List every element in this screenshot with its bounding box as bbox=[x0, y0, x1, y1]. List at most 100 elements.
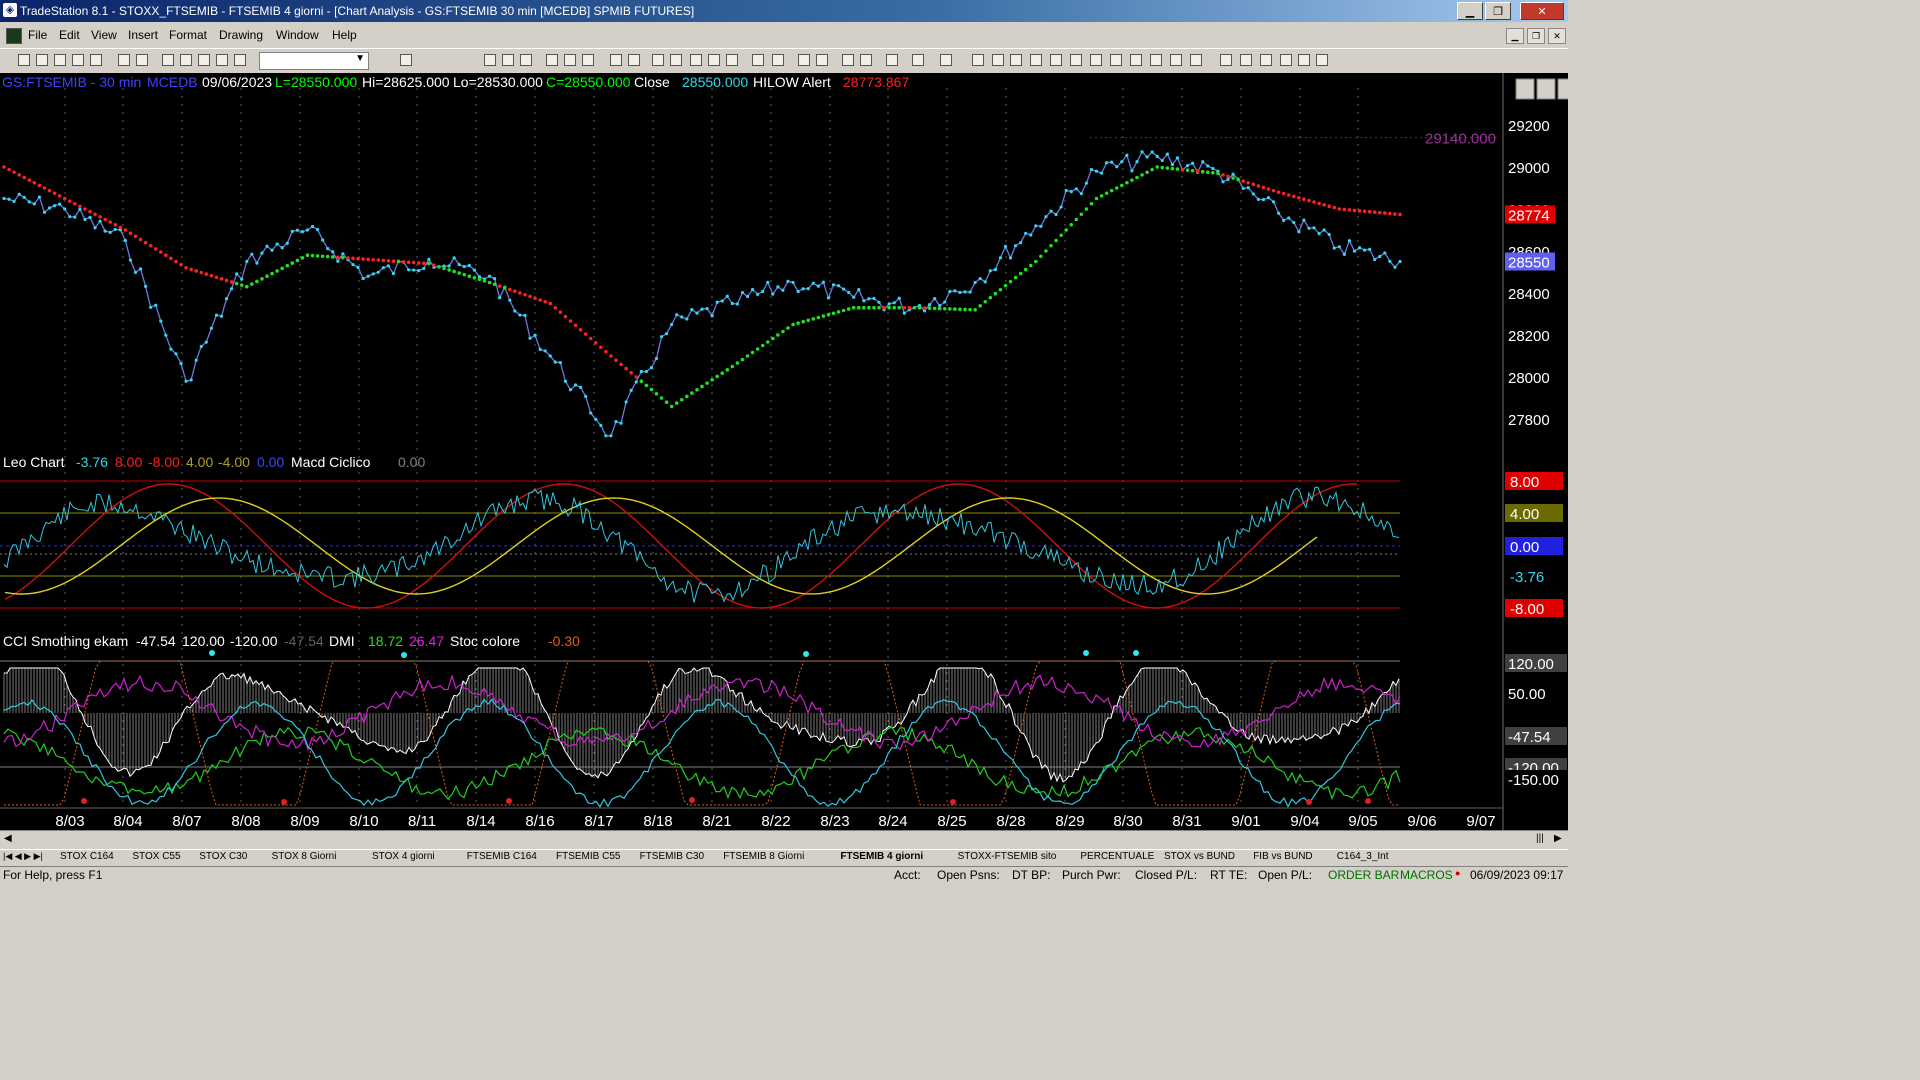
toolbar-tool-icon[interactable] bbox=[690, 54, 702, 66]
toolbar-tool-icon[interactable] bbox=[1170, 54, 1182, 66]
chart-svg[interactable]: 8/03 8/04 8/07 8/08 8/09 8/10 8/11 8/14 8/16 8/17… bbox=[0, 73, 1577, 830]
hilow-alert-point bbox=[1084, 207, 1089, 211]
workspace-tab[interactable]: STOX C164 bbox=[60, 851, 114, 862]
toolbar-tool-icon[interactable] bbox=[90, 54, 102, 66]
zoom-icon[interactable]: ||| bbox=[1536, 833, 1544, 844]
horizontal-scrollbar[interactable]: ◀ ||| ▶ bbox=[0, 830, 1568, 849]
toolbar-tool-icon[interactable] bbox=[860, 54, 872, 66]
toolbar-tool-icon[interactable] bbox=[118, 54, 130, 66]
order-bar-indicator[interactable]: ORDER BAR bbox=[1328, 868, 1399, 882]
menu-edit[interactable]: Edit bbox=[59, 28, 80, 42]
menu-view[interactable]: View bbox=[91, 28, 117, 42]
workspace-tab[interactable]: STOX 8 Giorni bbox=[272, 851, 337, 862]
toolbar-tool-icon[interactable] bbox=[912, 54, 924, 66]
toolbar-tool-icon[interactable] bbox=[940, 54, 952, 66]
toolbar-tool-icon[interactable] bbox=[842, 54, 854, 66]
menu-insert[interactable]: Insert bbox=[128, 28, 158, 42]
toolbar-tool-icon[interactable] bbox=[972, 54, 984, 66]
toolbar-tool-icon[interactable] bbox=[520, 54, 532, 66]
toolbar-tool-icon[interactable] bbox=[502, 54, 514, 66]
toolbar-tool-icon[interactable] bbox=[816, 54, 828, 66]
toolbar-tool-icon[interactable] bbox=[180, 54, 192, 66]
toolbar-tool-icon[interactable] bbox=[1130, 54, 1142, 66]
toolbar-tool-icon[interactable] bbox=[1110, 54, 1122, 66]
toolbar-tool-icon[interactable] bbox=[1070, 54, 1082, 66]
mdi-minimize-button[interactable]: ▁ bbox=[1506, 28, 1524, 44]
workspace-tab[interactable]: FTSEMIB 8 Giorni bbox=[723, 851, 804, 862]
price-point bbox=[164, 333, 168, 337]
toolbar-tool-icon[interactable] bbox=[992, 54, 1004, 66]
mdi-restore-button[interactable]: ❐ bbox=[1527, 28, 1545, 44]
toolbar-tool-icon[interactable] bbox=[18, 54, 30, 66]
close-button[interactable]: ✕ bbox=[1520, 2, 1564, 20]
price-point bbox=[204, 340, 208, 344]
toolbar-tool-icon[interactable] bbox=[1298, 54, 1310, 66]
toolbar-tool-icon[interactable] bbox=[54, 54, 66, 66]
scroll-left-icon[interactable]: ◀ bbox=[4, 833, 12, 844]
toolbar-tool-icon[interactable] bbox=[400, 54, 412, 66]
mdi-close-button[interactable]: ✕ bbox=[1548, 28, 1566, 44]
toolbar-tool-icon[interactable] bbox=[1220, 54, 1232, 66]
toolbar-tool-icon[interactable] bbox=[216, 54, 228, 66]
toolbar-tool-icon[interactable] bbox=[1050, 54, 1062, 66]
workspace-tab[interactable]: FTSEMIB 4 giorni bbox=[840, 851, 923, 862]
toolbar-tool-icon[interactable] bbox=[886, 54, 898, 66]
toolbar-tool-icon[interactable] bbox=[1190, 54, 1202, 66]
hilow-alert-point bbox=[1246, 180, 1251, 185]
menu-format[interactable]: Format bbox=[169, 28, 207, 42]
hilow-alert-point bbox=[796, 321, 800, 325]
macros-indicator[interactable]: MACROS bbox=[1400, 868, 1453, 882]
hilow-alert-point bbox=[290, 261, 295, 265]
toolbar-tool-icon[interactable] bbox=[1090, 54, 1102, 66]
menu-file[interactable]: File bbox=[28, 28, 47, 42]
open-psns-label: Open Psns: bbox=[937, 868, 1000, 882]
toolbar-tool-icon[interactable] bbox=[198, 54, 210, 66]
maximize-button[interactable]: ❐ bbox=[1485, 2, 1511, 20]
toolbar-tool-icon[interactable] bbox=[1260, 54, 1272, 66]
menu-window[interactable]: Window bbox=[276, 28, 319, 42]
toolbar-tool-icon[interactable] bbox=[752, 54, 764, 66]
menu-help[interactable]: Help bbox=[332, 28, 357, 42]
toolbar-tool-icon[interactable] bbox=[72, 54, 84, 66]
workspace-tab[interactable]: C164_3_Int bbox=[1337, 851, 1389, 862]
toolbar-tool-icon[interactable] bbox=[234, 54, 246, 66]
workspace-tab[interactable]: FTSEMIB C55 bbox=[556, 851, 620, 862]
toolbar-tool-icon[interactable] bbox=[772, 54, 784, 66]
workspace-tab[interactable]: STOX C30 bbox=[199, 851, 247, 862]
workspace-tab[interactable]: FIB vs BUND bbox=[1253, 851, 1312, 862]
toolbar-tool-icon[interactable] bbox=[484, 54, 496, 66]
chart-area[interactable]: 8/03 8/04 8/07 8/08 8/09 8/10 8/11 8/14 8/16 8/17… bbox=[0, 73, 1577, 830]
toolbar-tool-icon[interactable] bbox=[36, 54, 48, 66]
workspace-tab[interactable]: STOX 4 giorni bbox=[372, 851, 435, 862]
toolbar-tool-icon[interactable] bbox=[726, 54, 738, 66]
toolbar-tool-icon[interactable] bbox=[628, 54, 640, 66]
toolbar-tool-icon[interactable] bbox=[798, 54, 810, 66]
toolbar-tool-icon[interactable] bbox=[1240, 54, 1252, 66]
toolbar-tool-icon[interactable] bbox=[564, 54, 576, 66]
workspace-tab[interactable]: FTSEMIB C30 bbox=[640, 851, 704, 862]
toolbar-tool-icon[interactable] bbox=[708, 54, 720, 66]
chart-window-icon[interactable] bbox=[6, 28, 22, 44]
toolbar-tool-icon[interactable] bbox=[652, 54, 664, 66]
toolbar-tool-icon[interactable] bbox=[136, 54, 148, 66]
workspace-tab[interactable]: STOXX-FTSEMIB sito bbox=[958, 851, 1057, 862]
workspace-tab[interactable]: PERCENTUALE bbox=[1080, 851, 1154, 862]
workspace-tab[interactable]: FTSEMIB C164 bbox=[467, 851, 537, 862]
symbol-dropdown[interactable]: ▼ bbox=[259, 52, 369, 70]
toolbar-tool-icon[interactable] bbox=[610, 54, 622, 66]
toolbar-tool-icon[interactable] bbox=[546, 54, 558, 66]
scroll-right-icon[interactable]: ▶ bbox=[1554, 833, 1562, 844]
toolbar-tool-icon[interactable] bbox=[582, 54, 594, 66]
toolbar-tool-icon[interactable] bbox=[670, 54, 682, 66]
workspace-tab[interactable]: STOX vs BUND bbox=[1164, 851, 1235, 862]
toolbar-tool-icon[interactable] bbox=[1010, 54, 1022, 66]
toolbar-tool-icon[interactable] bbox=[1150, 54, 1162, 66]
menu-drawing[interactable]: Drawing bbox=[219, 28, 263, 42]
toolbar-tool-icon[interactable] bbox=[1030, 54, 1042, 66]
workspace-tab[interactable]: STOX C55 bbox=[132, 851, 180, 862]
toolbar-tool-icon[interactable] bbox=[1280, 54, 1292, 66]
tab-nav-icons[interactable]: |◀ ◀ ▶ ▶| bbox=[3, 851, 43, 862]
minimize-button[interactable]: ▁ bbox=[1457, 2, 1483, 20]
toolbar-tool-icon[interactable] bbox=[1316, 54, 1328, 66]
toolbar-tool-icon[interactable] bbox=[162, 54, 174, 66]
